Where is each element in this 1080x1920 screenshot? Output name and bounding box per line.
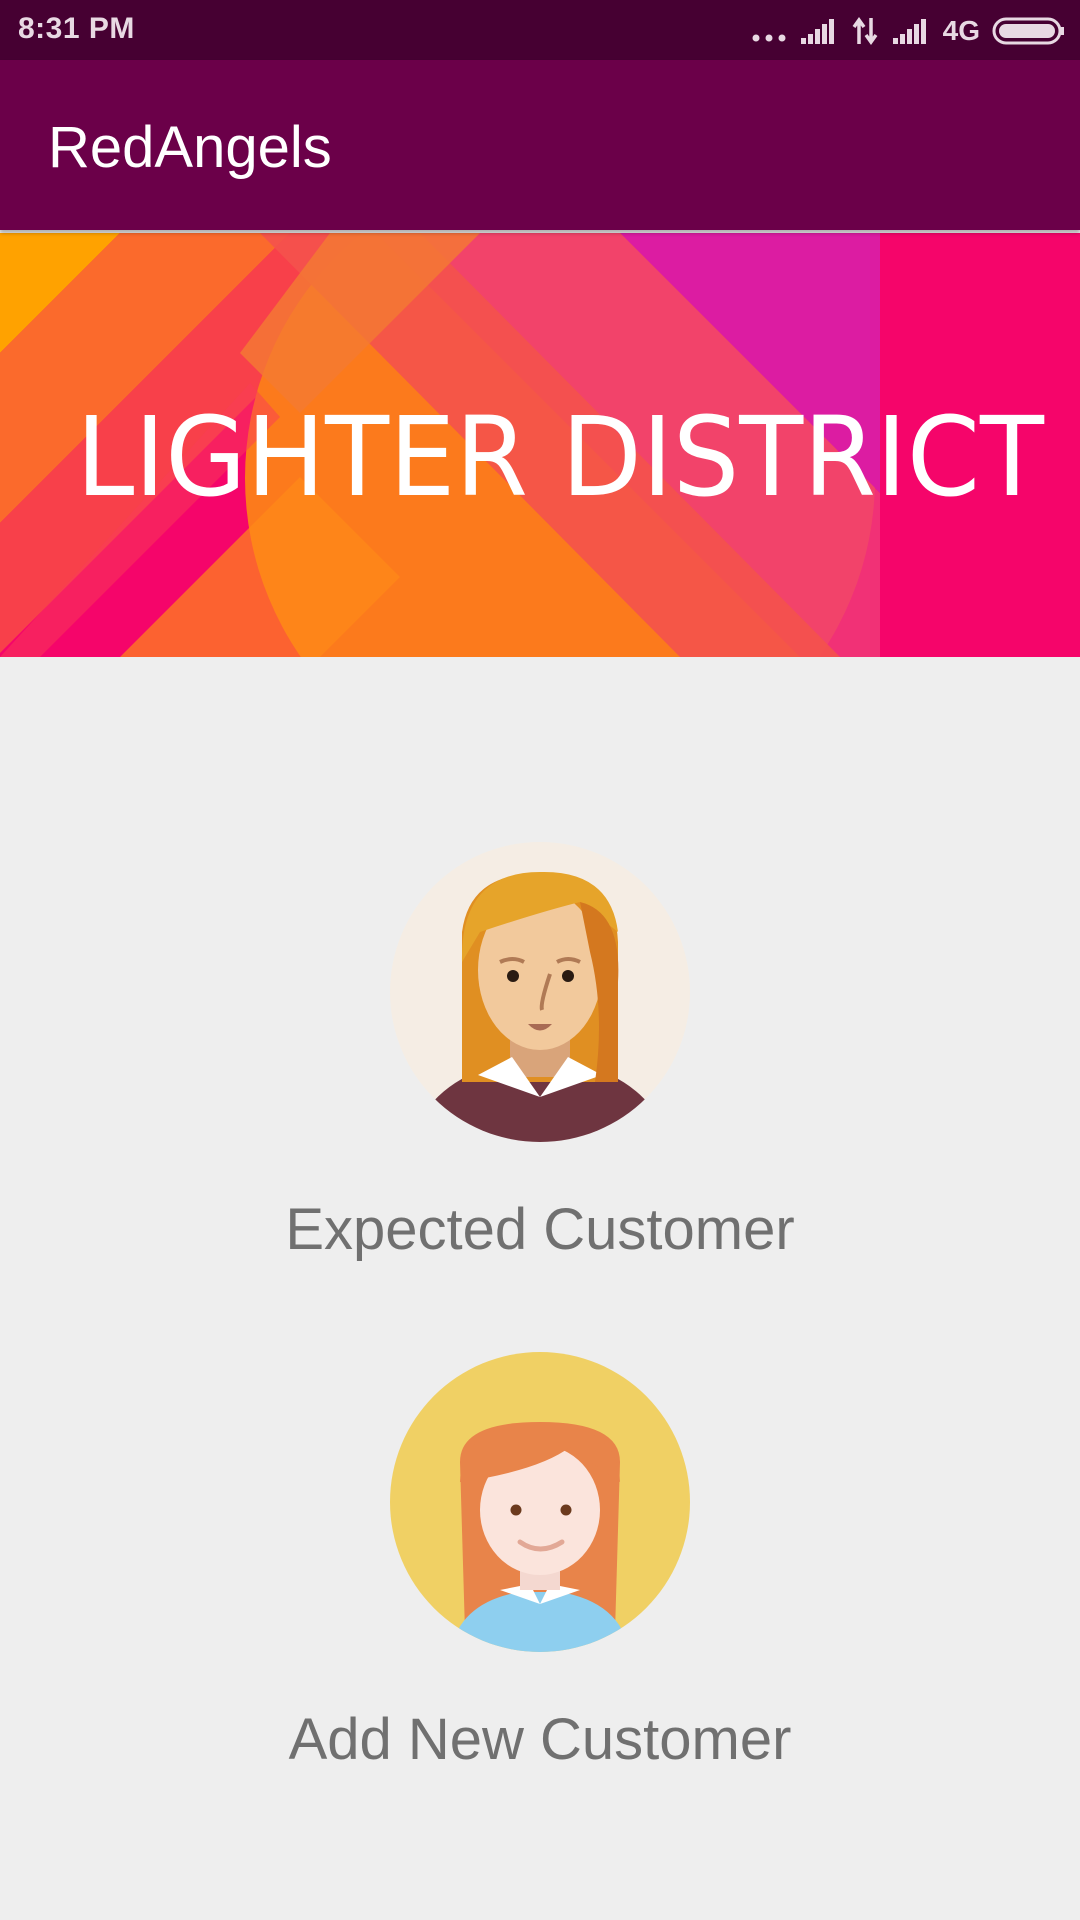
status-bar: 8:31 PM 4G	[0, 0, 1080, 60]
banner-image: LIGHTER DISTRICT	[0, 233, 1080, 657]
signal-icon	[799, 16, 839, 46]
banner-text: LIGHTER DISTRICT	[76, 393, 1045, 521]
status-time: 8:31 PM	[18, 12, 135, 45]
status-icons: 4G	[751, 14, 1066, 48]
add-new-customer-avatar[interactable]	[390, 1352, 690, 1652]
battery-icon	[992, 16, 1066, 46]
expected-customer-avatar[interactable]	[390, 842, 690, 1142]
signal-icon	[891, 16, 931, 46]
data-transfer-icon	[851, 16, 879, 46]
more-dots-icon	[751, 16, 787, 46]
app-title: RedAngels	[48, 115, 332, 180]
expected-customer-label[interactable]: Expected Customer	[0, 1196, 1080, 1263]
girl-avatar-icon	[390, 1352, 690, 1652]
add-new-customer-label[interactable]: Add New Customer	[0, 1706, 1080, 1773]
network-type-label: 4G	[942, 15, 980, 46]
app-bar: RedAngels	[0, 60, 1080, 230]
woman-avatar-icon	[390, 842, 690, 1142]
